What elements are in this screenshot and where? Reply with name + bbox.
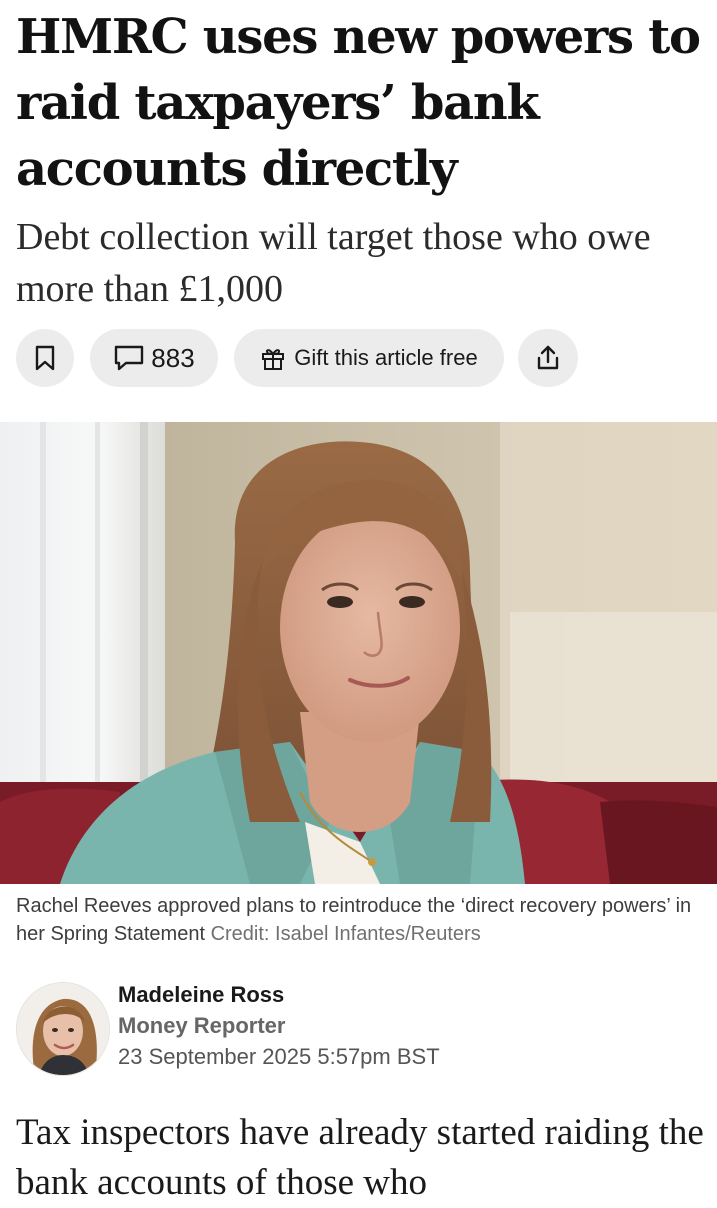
author-byline: Madeleine Ross Money Reporter 23 Septemb…	[16, 980, 706, 1080]
article-lead-photo	[0, 422, 717, 884]
headline: HMRC uses new powers to raid taxpayers’ …	[16, 9, 701, 197]
bookmark-icon	[35, 345, 55, 371]
share-button[interactable]	[518, 329, 578, 387]
publish-date: 23 September 2025 5:57pm BST	[118, 1044, 440, 1069]
author-role: Money Reporter	[118, 1013, 286, 1038]
photo-credit: Credit: Isabel Infantes/Reuters	[210, 923, 481, 945]
author-name[interactable]: Madeleine Ross	[118, 982, 284, 1008]
share-upload-icon	[535, 344, 561, 372]
avatar[interactable]	[16, 982, 110, 1076]
gift-article-button[interactable]: Gift this article free	[234, 329, 504, 387]
bookmark-button[interactable]	[16, 329, 74, 387]
gift-icon	[260, 345, 286, 371]
gift-article-label: Gift this article free	[294, 345, 478, 370]
image-caption: Rachel Reeves approved plans to reintrod…	[16, 892, 706, 948]
comment-count: 883	[151, 342, 195, 373]
article-body-paragraph: Tax inspectors have already started raid…	[16, 1112, 704, 1203]
standfirst: Debt collection will target those who ow…	[16, 216, 651, 310]
comments-button[interactable]: 883	[90, 329, 218, 387]
speech-bubble-icon	[113, 344, 145, 372]
